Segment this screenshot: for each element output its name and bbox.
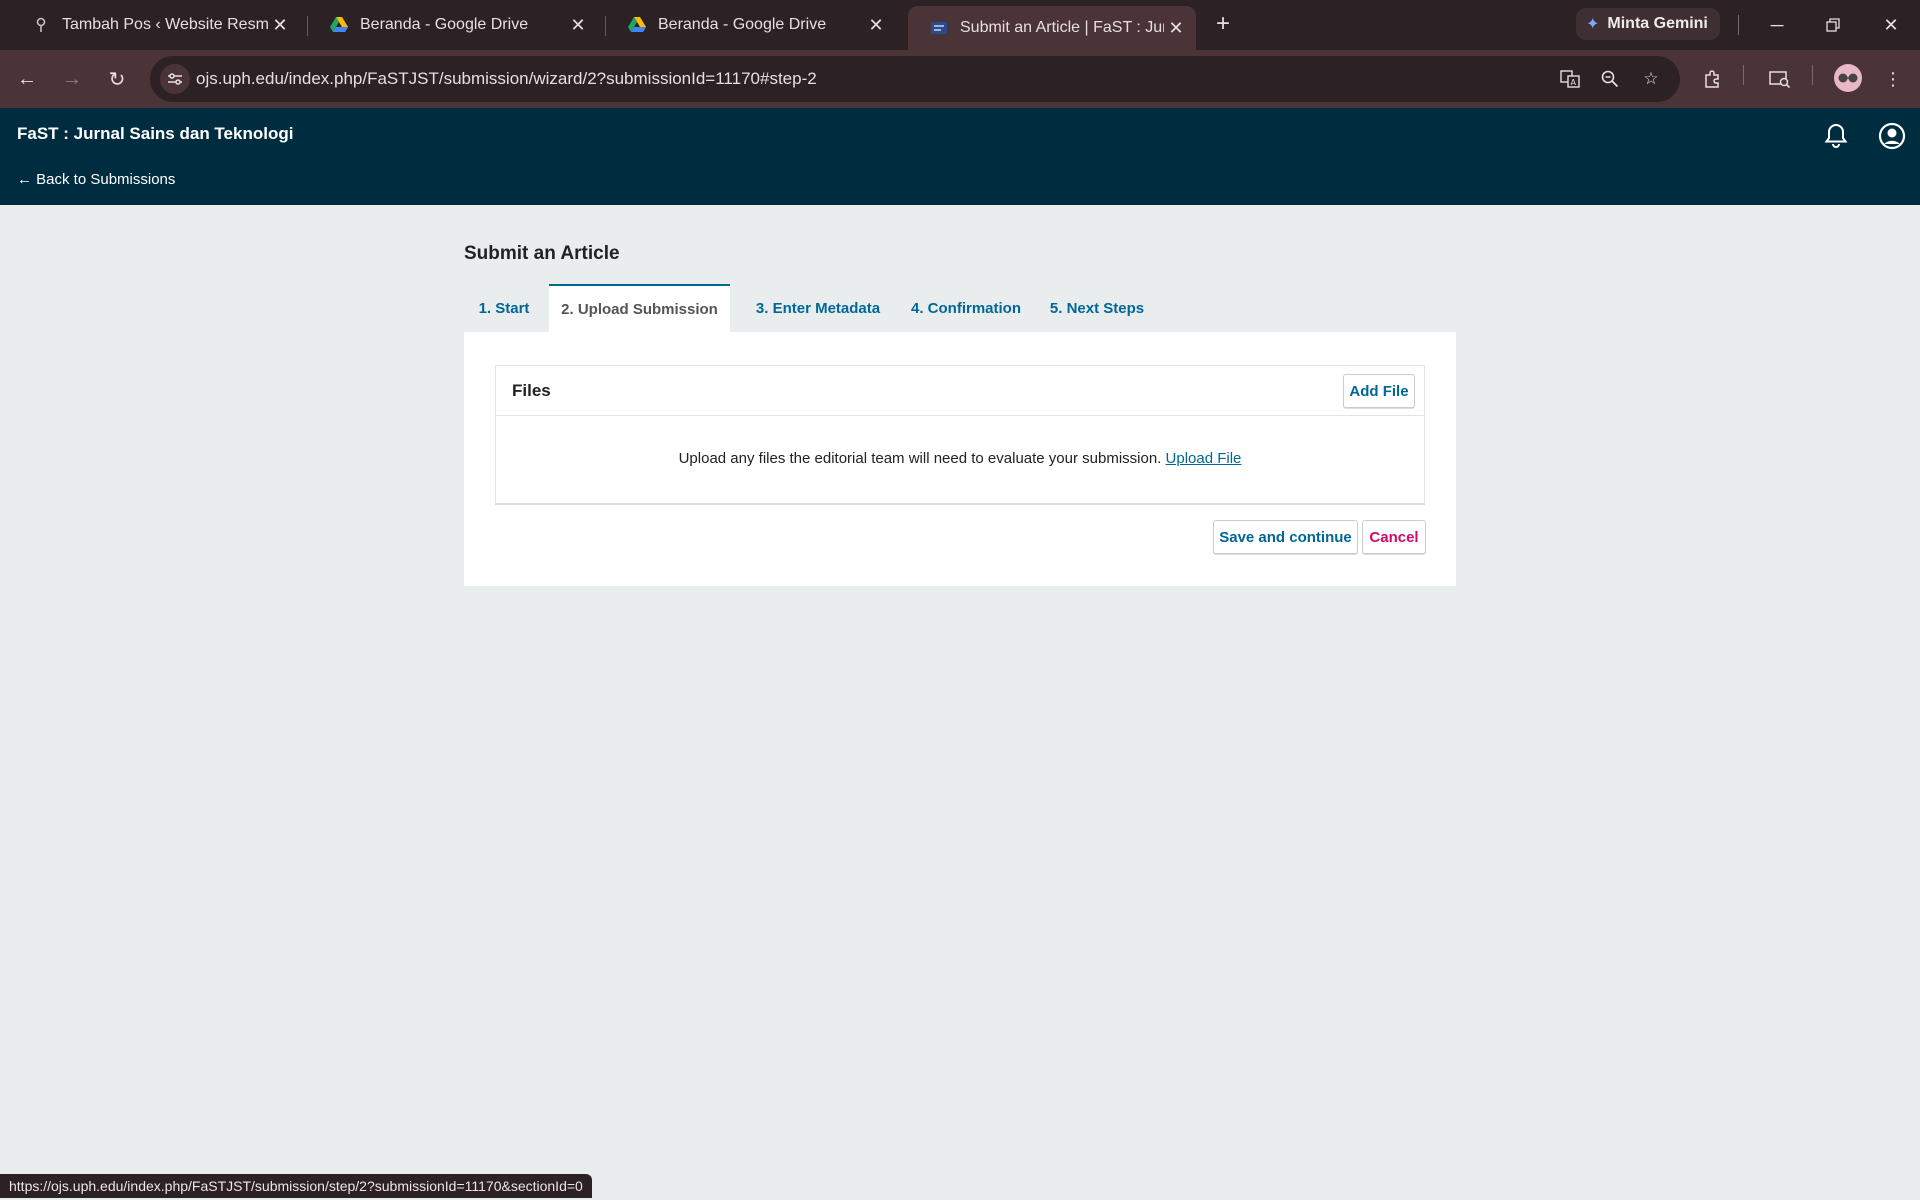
translate-icon[interactable]: A (1558, 67, 1582, 91)
forward-arrow-icon[interactable]: → (58, 65, 86, 93)
browser-toolbar: ← → ↻ ojs.uph.edu/index.php/FaSTJST/subm… (0, 50, 1920, 108)
zoom-icon[interactable] (1598, 67, 1622, 91)
tab-next-steps[interactable]: 5. Next Steps (1042, 284, 1152, 332)
files-header: Files Add File (496, 366, 1424, 416)
upload-file-link[interactable]: Upload File (1166, 450, 1242, 467)
browser-tab-2[interactable]: Beranda - Google Drive ✕ (308, 6, 598, 44)
google-drive-icon (330, 16, 348, 34)
tab-search-icon[interactable] (1766, 65, 1794, 93)
wizard-steps: 1. Start 2. Upload Submission 3. Enter M… (464, 284, 1456, 332)
toolbar-separator (1812, 65, 1813, 85)
browser-tab-bar: Tambah Pos ‹ Website Resmi PT ✕ Beranda … (0, 0, 1920, 50)
browser-tab-1[interactable]: Tambah Pos ‹ Website Resmi PT ✕ (10, 6, 300, 44)
gemini-button[interactable]: ✦ Minta Gemini (1576, 8, 1720, 40)
site-info-icon[interactable] (160, 64, 190, 94)
minimize-icon[interactable]: ─ (1762, 10, 1792, 40)
new-tab-button[interactable]: + (1210, 12, 1236, 38)
restore-icon[interactable] (1818, 10, 1848, 40)
browser-tab-4[interactable]: Submit an Article | FaST : Jurnal ✕ (908, 6, 1196, 50)
browser-tab-title: Beranda - Google Drive (360, 16, 529, 33)
close-tab-icon[interactable]: ✕ (268, 13, 292, 37)
browser-tab-3[interactable]: Beranda - Google Drive ✕ (606, 6, 896, 44)
gemini-sparkle-icon: ✦ (1586, 16, 1600, 33)
pin-icon (32, 16, 50, 34)
add-file-button[interactable]: Add File (1343, 374, 1415, 408)
svg-text:A: A (1571, 78, 1577, 87)
close-tab-icon[interactable]: ✕ (864, 13, 888, 37)
save-and-continue-button[interactable]: Save and continue (1213, 520, 1358, 554)
app-header: FaST : Jurnal Sains dan Teknologi ← Back… (0, 108, 1920, 205)
tab-enter-metadata[interactable]: 3. Enter Metadata (740, 284, 896, 332)
gemini-label: Minta Gemini (1607, 15, 1708, 32)
close-tab-icon[interactable]: ✕ (566, 13, 590, 37)
ojs-icon (930, 19, 948, 37)
bookmark-star-icon[interactable]: ☆ (1639, 67, 1663, 91)
browser-tab-title: Beranda - Google Drive (658, 16, 827, 33)
submission-panel: Files Add File Upload any files the edit… (464, 332, 1456, 586)
files-grid: Files Add File Upload any files the edit… (495, 365, 1425, 505)
user-account-icon[interactable] (1878, 122, 1906, 150)
files-empty-text: Upload any files the editorial team will… (678, 450, 1162, 467)
toolbar-separator (1743, 65, 1744, 85)
menu-kebab-icon[interactable]: ⋮ (1879, 65, 1907, 93)
extensions-icon[interactable] (1699, 65, 1727, 93)
browser-tab-title: Tambah Pos ‹ Website Resmi PT (62, 16, 268, 33)
notification-bell-icon[interactable] (1822, 122, 1850, 150)
cancel-button[interactable]: Cancel (1362, 520, 1426, 554)
tab-confirmation[interactable]: 4. Confirmation (904, 284, 1028, 332)
url-text[interactable]: ojs.uph.edu/index.php/FaSTJST/submission… (196, 69, 817, 89)
tab-upload-submission[interactable]: 2. Upload Submission (549, 284, 730, 332)
address-bar[interactable]: ojs.uph.edu/index.php/FaSTJST/submission… (150, 56, 1680, 102)
files-title: Files (512, 381, 551, 400)
google-drive-icon (628, 16, 646, 34)
close-window-icon[interactable]: ✕ (1876, 10, 1906, 40)
tab-start[interactable]: 1. Start (464, 284, 544, 332)
back-to-submissions-link[interactable]: ← Back to Submissions (17, 171, 175, 188)
back-arrow-icon[interactable]: ← (13, 65, 41, 93)
reload-icon[interactable]: ↻ (103, 65, 131, 93)
browser-profile-avatar[interactable] (1834, 64, 1862, 92)
files-empty-message: Upload any files the editorial team will… (496, 450, 1424, 467)
journal-title[interactable]: FaST : Jurnal Sains dan Teknologi (17, 124, 293, 144)
close-tab-icon[interactable]: ✕ (1164, 16, 1188, 40)
page-title: Submit an Article (464, 243, 620, 264)
toolbar-separator (1738, 15, 1739, 35)
browser-tab-title: Submit an Article | FaST : Jurnal (960, 19, 1164, 36)
status-bar-url: https://ojs.uph.edu/index.php/FaSTJST/su… (0, 1174, 592, 1198)
